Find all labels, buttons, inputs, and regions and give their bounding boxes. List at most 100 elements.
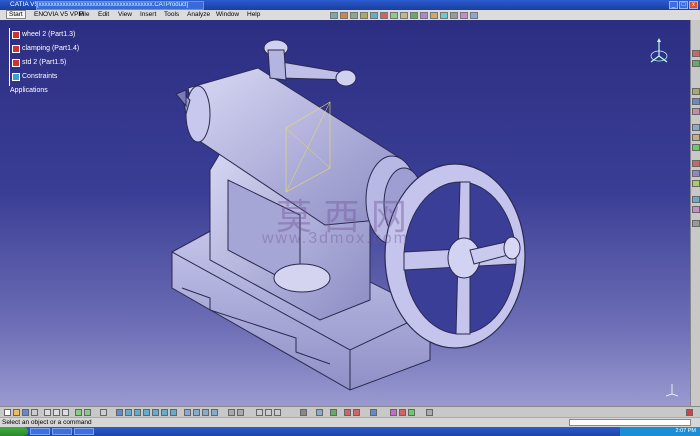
measure-icon[interactable] bbox=[410, 11, 418, 19]
close-button[interactable]: x bbox=[689, 1, 698, 9]
tree-item-clamping[interactable]: clamping (Part1.4) bbox=[6, 42, 79, 56]
iso-view-icon[interactable] bbox=[184, 409, 191, 416]
open-icon[interactable] bbox=[13, 409, 20, 416]
copy-icon[interactable] bbox=[53, 409, 60, 416]
document-tab[interactable]: [xxxxxxxxxxxxxxxxxxxxxxxxxxxxxxxxxxxxxx.… bbox=[36, 1, 204, 10]
angle-icon[interactable] bbox=[390, 11, 398, 19]
reuse-icon[interactable] bbox=[470, 11, 478, 19]
tool-5-icon[interactable] bbox=[692, 108, 700, 115]
menu-tools[interactable]: Tools bbox=[164, 11, 179, 18]
redo-icon[interactable] bbox=[84, 409, 91, 416]
new-icon[interactable] bbox=[4, 409, 11, 416]
tool-1-icon[interactable] bbox=[692, 50, 700, 57]
system-tray: 2:07 PM bbox=[620, 427, 700, 436]
tree-item-label: std 2 (Part1.5) bbox=[22, 59, 67, 66]
menu-window[interactable]: Window bbox=[216, 11, 239, 18]
menu-edit[interactable]: Edit bbox=[98, 11, 109, 18]
tool-c-icon[interactable] bbox=[256, 409, 263, 416]
taskbar-item-2[interactable] bbox=[52, 428, 72, 435]
tree-item-wheel[interactable]: wheel 2 (Part1.3) bbox=[6, 28, 79, 42]
coincidence-icon[interactable] bbox=[360, 11, 368, 19]
tool-6-icon[interactable] bbox=[692, 124, 700, 131]
normal-view-icon[interactable] bbox=[170, 409, 177, 416]
tool-p-icon[interactable] bbox=[686, 409, 693, 416]
update-icon[interactable] bbox=[400, 11, 408, 19]
tool-f-icon[interactable] bbox=[300, 409, 307, 416]
tree-item-applications[interactable]: Applications bbox=[6, 84, 79, 98]
tool-14-icon[interactable] bbox=[692, 220, 700, 227]
menu-help[interactable]: Help bbox=[247, 11, 260, 18]
tree-item-label: Constraints bbox=[22, 73, 58, 80]
tool-j-icon[interactable] bbox=[353, 409, 360, 416]
compass-icon[interactable] bbox=[648, 38, 670, 68]
taskbar-item-3[interactable] bbox=[74, 428, 94, 435]
explode-icon[interactable] bbox=[440, 11, 448, 19]
start-button[interactable] bbox=[0, 427, 28, 436]
menu-analyze[interactable]: Analyze bbox=[187, 11, 210, 18]
tool-i-icon[interactable] bbox=[344, 409, 351, 416]
tool-11-icon[interactable] bbox=[692, 180, 700, 187]
fix-icon[interactable] bbox=[350, 11, 358, 19]
assembly-icon[interactable] bbox=[330, 11, 338, 19]
rotate-icon[interactable] bbox=[143, 409, 150, 416]
clash-icon[interactable] bbox=[430, 11, 438, 19]
menu-insert[interactable]: Insert bbox=[140, 11, 156, 18]
tree-item-constraints[interactable]: Constraints bbox=[6, 70, 79, 84]
tool-10-icon[interactable] bbox=[692, 170, 700, 177]
constraint-icon[interactable] bbox=[340, 11, 348, 19]
pan-icon[interactable] bbox=[134, 409, 141, 416]
tool-4-icon[interactable] bbox=[692, 98, 700, 105]
menu-start[interactable]: Start bbox=[6, 10, 26, 19]
tool-9-icon[interactable] bbox=[692, 160, 700, 167]
taskbar: 2:07 PM bbox=[0, 427, 700, 436]
menu-view[interactable]: View bbox=[118, 11, 132, 18]
help-icon[interactable] bbox=[100, 409, 107, 416]
tool-13-icon[interactable] bbox=[692, 206, 700, 213]
right-toolbar bbox=[690, 20, 700, 406]
section-icon[interactable] bbox=[420, 11, 428, 19]
scene-icon[interactable] bbox=[460, 11, 468, 19]
tool-m-icon[interactable] bbox=[399, 409, 406, 416]
contact-icon[interactable] bbox=[370, 11, 378, 19]
zoom-out-icon[interactable] bbox=[161, 409, 168, 416]
paste-icon[interactable] bbox=[62, 409, 69, 416]
minimize-button[interactable]: _ bbox=[669, 1, 678, 9]
menu-file[interactable]: File bbox=[79, 11, 89, 18]
tool-g-icon[interactable] bbox=[316, 409, 323, 416]
shading-icon[interactable] bbox=[193, 409, 200, 416]
taskbar-item-1[interactable] bbox=[30, 428, 50, 435]
tool-o-icon[interactable] bbox=[426, 409, 433, 416]
tool-e-icon[interactable] bbox=[274, 409, 281, 416]
fly-icon[interactable] bbox=[116, 409, 123, 416]
menu-enovia[interactable]: ENOVIA V5 VPM bbox=[34, 11, 84, 18]
tree-item-std[interactable]: std 2 (Part1.5) bbox=[6, 56, 79, 70]
print-icon[interactable] bbox=[31, 409, 38, 416]
hide-show-icon[interactable] bbox=[202, 409, 209, 416]
undo-icon[interactable] bbox=[75, 409, 82, 416]
tool-a-icon[interactable] bbox=[228, 409, 235, 416]
part-icon bbox=[12, 59, 20, 67]
top-toolbar bbox=[330, 10, 478, 20]
3d-viewport[interactable]: 莫 西 网 www.3dmox.com wheel 2 (Part1.3) cl… bbox=[0, 20, 690, 406]
tool-d-icon[interactable] bbox=[265, 409, 272, 416]
tool-2-icon[interactable] bbox=[692, 60, 700, 67]
axis-triad-icon bbox=[665, 384, 679, 397]
snap-icon[interactable] bbox=[450, 11, 458, 19]
tool-b-icon[interactable] bbox=[237, 409, 244, 416]
tool-k-icon[interactable] bbox=[370, 409, 377, 416]
fit-all-icon[interactable] bbox=[125, 409, 132, 416]
command-input[interactable] bbox=[569, 419, 691, 426]
zoom-in-icon[interactable] bbox=[152, 409, 159, 416]
save-icon[interactable] bbox=[22, 409, 29, 416]
cut-icon[interactable] bbox=[44, 409, 51, 416]
maximize-button[interactable]: □ bbox=[679, 1, 688, 9]
tool-l-icon[interactable] bbox=[390, 409, 397, 416]
tool-7-icon[interactable] bbox=[692, 134, 700, 141]
tool-h-icon[interactable] bbox=[330, 409, 337, 416]
offset-icon[interactable] bbox=[380, 11, 388, 19]
tool-3-icon[interactable] bbox=[692, 88, 700, 95]
tool-8-icon[interactable] bbox=[692, 144, 700, 151]
tool-n-icon[interactable] bbox=[408, 409, 415, 416]
swap-space-icon[interactable] bbox=[211, 409, 218, 416]
tool-12-icon[interactable] bbox=[692, 196, 700, 203]
